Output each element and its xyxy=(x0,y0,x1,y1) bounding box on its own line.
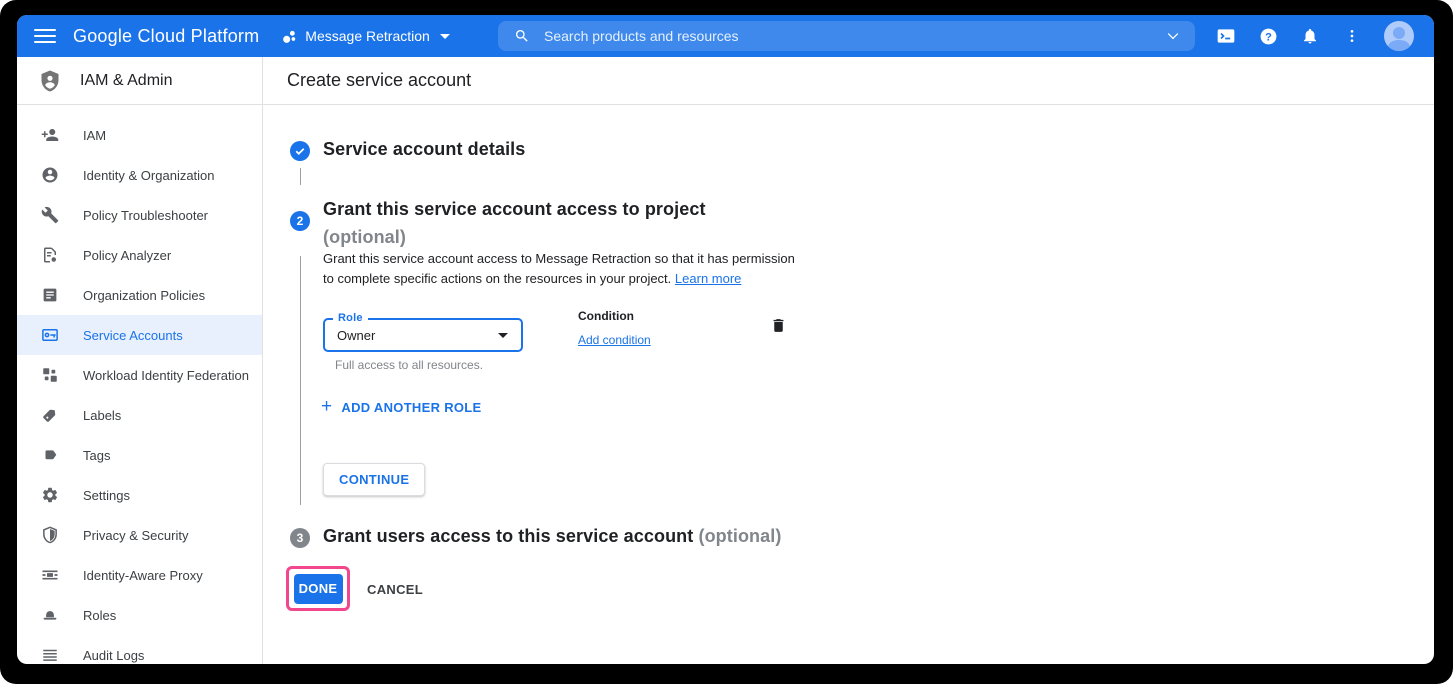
step2-description: Grant this service account access to Mes… xyxy=(323,249,795,289)
step3-title: Grant users access to this service accou… xyxy=(323,526,781,547)
gear-icon xyxy=(41,486,59,504)
label-icon xyxy=(41,406,59,424)
sidebar-item-policy-analyzer[interactable]: Policy Analyzer xyxy=(17,235,262,275)
sidebar-item-service-accounts[interactable]: Service Accounts xyxy=(17,315,262,355)
sidebar-item-labels[interactable]: Labels xyxy=(17,395,262,435)
project-icon xyxy=(281,28,298,45)
sidebar-header: IAM & Admin xyxy=(17,57,263,104)
product-name[interactable]: Google Cloud Platform xyxy=(73,26,259,47)
trash-icon[interactable] xyxy=(770,316,787,335)
add-another-role-button[interactable]: + ADD ANOTHER ROLE xyxy=(321,399,482,415)
sidebar-item-privacy-security[interactable]: Privacy & Security xyxy=(17,515,262,555)
sidebar-title: IAM & Admin xyxy=(80,72,172,90)
topbar-actions: ? xyxy=(1216,15,1434,57)
document-lines-icon xyxy=(41,286,59,304)
sidebar-item-identity-organization[interactable]: Identity & Organization xyxy=(17,155,262,195)
condition-label: Condition xyxy=(578,309,634,323)
search-expand-icon[interactable] xyxy=(1168,29,1179,40)
sidebar-item-tags[interactable]: Tags xyxy=(17,435,262,475)
page-title: Create service account xyxy=(287,70,471,91)
wrench-icon xyxy=(41,206,59,224)
search-bar[interactable]: Search products and resources xyxy=(498,21,1195,51)
stepper-connector xyxy=(300,168,302,185)
sidebar-item-iam[interactable]: IAM xyxy=(17,115,262,155)
sidebar-item-roles[interactable]: Roles xyxy=(17,595,262,635)
check-circle-icon xyxy=(290,141,310,161)
more-vert-icon[interactable] xyxy=(1342,26,1362,46)
shield-icon xyxy=(41,526,59,544)
plus-icon: + xyxy=(321,399,332,415)
subheader-row: IAM & Admin Create service account xyxy=(17,57,1434,105)
role-select-label: Role xyxy=(333,312,368,324)
step1-title[interactable]: Service account details xyxy=(323,139,525,160)
chevron-down-icon xyxy=(440,34,450,39)
sidebar-item-policy-troubleshooter[interactable]: Policy Troubleshooter xyxy=(17,195,262,235)
tag-icon xyxy=(41,446,59,464)
window-frame: Google Cloud Platform Message Retraction… xyxy=(0,0,1453,684)
learn-more-link[interactable]: Learn more xyxy=(675,271,741,286)
sidebar-item-identity-aware-proxy[interactable]: Identity-Aware Proxy xyxy=(17,555,262,595)
avatar[interactable] xyxy=(1384,21,1414,51)
stepper-connector xyxy=(300,256,302,505)
create-service-account-form: Service account details 2 Grant this ser… xyxy=(263,105,1434,664)
sidebar-nav: IAM Identity & Organization Policy Troub… xyxy=(17,105,263,664)
search-icon xyxy=(514,28,530,44)
role-helper-text: Full access to all resources. xyxy=(335,358,483,372)
gcp-console: Google Cloud Platform Message Retraction… xyxy=(17,15,1434,664)
sidebar-item-audit-logs[interactable]: Audit Logs xyxy=(17,635,262,664)
cloud-shell-icon[interactable] xyxy=(1216,26,1236,46)
sidebar-item-workload-identity-federation[interactable]: Workload Identity Federation xyxy=(17,355,262,395)
top-app-bar: Google Cloud Platform Message Retraction… xyxy=(17,15,1434,57)
project-selector[interactable]: Message Retraction xyxy=(281,28,450,45)
step3-circle: 3 xyxy=(290,528,310,548)
continue-button[interactable]: CONTINUE xyxy=(323,463,425,496)
cancel-button[interactable]: CANCEL xyxy=(367,574,423,604)
step2-circle: 2 xyxy=(290,211,310,231)
svg-text:?: ? xyxy=(1265,31,1272,43)
done-button[interactable]: DONE xyxy=(294,574,343,604)
sidebar-item-organization-policies[interactable]: Organization Policies xyxy=(17,275,262,315)
help-icon[interactable]: ? xyxy=(1258,26,1278,46)
shield-person-icon xyxy=(38,69,62,93)
person-circle-icon xyxy=(41,166,59,184)
document-gear-icon xyxy=(41,246,59,264)
search-placeholder: Search products and resources xyxy=(544,28,1167,44)
squares-icon xyxy=(41,366,59,384)
service-account-key-icon xyxy=(41,326,59,344)
project-name: Message Retraction xyxy=(305,28,430,44)
step2-optional: (optional) xyxy=(323,227,406,248)
proxy-layers-icon xyxy=(41,566,59,584)
list-lines-icon xyxy=(41,646,59,664)
step3-optional: (optional) xyxy=(698,526,781,546)
sidebar-item-settings[interactable]: Settings xyxy=(17,475,262,515)
dropdown-arrow-icon xyxy=(498,333,508,338)
done-button-highlight: DONE xyxy=(286,566,350,611)
notifications-icon[interactable] xyxy=(1300,26,1320,46)
menu-icon[interactable] xyxy=(34,29,56,43)
step2-title: Grant this service account access to pro… xyxy=(323,199,706,220)
person-add-icon xyxy=(41,126,59,144)
page-header: Create service account xyxy=(263,57,1434,104)
hat-icon xyxy=(41,606,59,624)
role-select[interactable]: Role Owner xyxy=(323,318,523,352)
role-select-value: Owner xyxy=(337,328,498,343)
add-condition-link[interactable]: Add condition xyxy=(578,333,651,347)
